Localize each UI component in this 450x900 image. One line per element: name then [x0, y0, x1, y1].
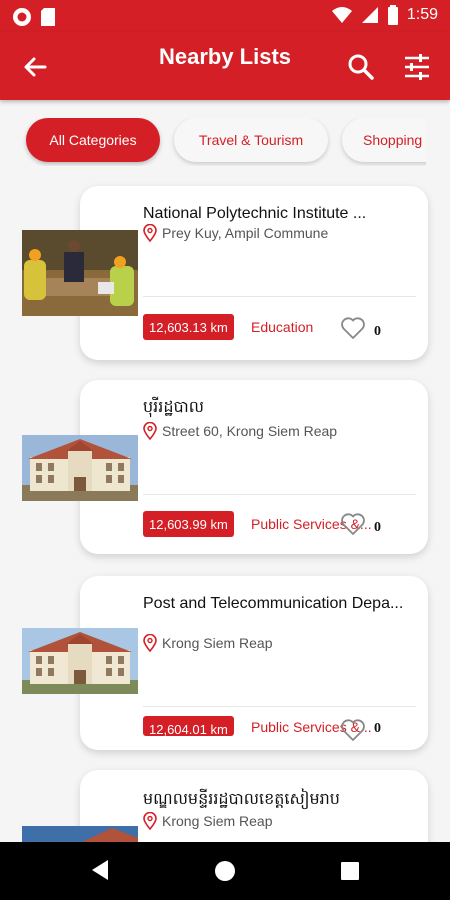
chip-shopping[interactable]: Shopping: [342, 118, 426, 162]
system-navigation-bar: [0, 842, 450, 900]
sd-card-icon: [41, 8, 55, 26]
listing-location: Prey Kuy, Ampil Commune: [143, 224, 328, 242]
card-divider: [143, 494, 416, 495]
page-title: Nearby Lists: [158, 44, 292, 69]
listing-location-text: Street 60, Krong Siem Reap: [162, 423, 338, 439]
listing-location-text: Prey Kuy, Ampil Commune: [162, 225, 329, 241]
tune-icon[interactable]: [400, 50, 434, 84]
card-divider: [143, 296, 416, 297]
location-pin-icon: [143, 224, 157, 242]
nav-back-icon[interactable]: [90, 858, 110, 882]
battery-icon: [387, 5, 398, 25]
location-pin-icon: [143, 422, 157, 440]
listing-thumbnail[interactable]: [22, 826, 138, 842]
chip-travel-tourism[interactable]: Travel & Tourism: [174, 118, 328, 162]
category-filter-bar: All Categories Travel & Tourism Shopping: [0, 118, 426, 166]
distance-badge: 12,603.13 km: [143, 314, 234, 340]
listing-location: Krong Siem Reap: [143, 812, 273, 830]
status-time: 1:59: [406, 6, 438, 23]
listing-location-text: Krong Siem Reap: [162, 635, 273, 651]
heart-icon[interactable]: [340, 316, 366, 340]
search-icon[interactable]: [344, 50, 378, 84]
signal-icon: [361, 7, 378, 23]
like-count: 0: [374, 520, 381, 535]
distance-badge: 12,603.99 km: [143, 511, 234, 537]
wifi-icon: [331, 7, 352, 23]
nav-home-icon[interactable]: [214, 860, 236, 882]
app-bar: Nearby Lists: [0, 32, 450, 100]
like-count: 0: [374, 324, 381, 339]
listing-name: National Polytechnic Institute ...: [143, 205, 367, 222]
listing-thumbnail[interactable]: [22, 435, 138, 501]
listing-location-text: Krong Siem Reap: [162, 813, 273, 829]
card-divider: [143, 706, 416, 707]
listing-name: មណ្ឌលមន្ទីររដ្ឋបាលខេត្តសៀមរាប: [143, 791, 340, 808]
heart-icon[interactable]: [340, 718, 366, 742]
listing-name: Post and Telecommunication Depa...: [143, 595, 404, 612]
listing-name: បុរីរដ្ឋបាល: [143, 399, 204, 416]
location-pin-icon: [143, 634, 157, 652]
chip-all-categories[interactable]: All Categories: [26, 118, 160, 162]
distance-badge: 12,604.01 km: [143, 716, 234, 736]
heart-icon[interactable]: [340, 512, 366, 536]
like-count: 0: [374, 721, 381, 736]
listing-location: Street 60, Krong Siem Reap: [143, 422, 337, 440]
listing-thumbnail[interactable]: [22, 230, 138, 316]
nav-recents-icon[interactable]: [340, 861, 360, 881]
listing-location: Krong Siem Reap: [143, 634, 273, 652]
listing-thumbnail[interactable]: [22, 628, 138, 694]
status-bar: 1:59: [0, 0, 450, 32]
location-pin-icon: [143, 812, 157, 830]
listing-category: Education: [251, 319, 314, 335]
record-icon: [13, 8, 31, 26]
